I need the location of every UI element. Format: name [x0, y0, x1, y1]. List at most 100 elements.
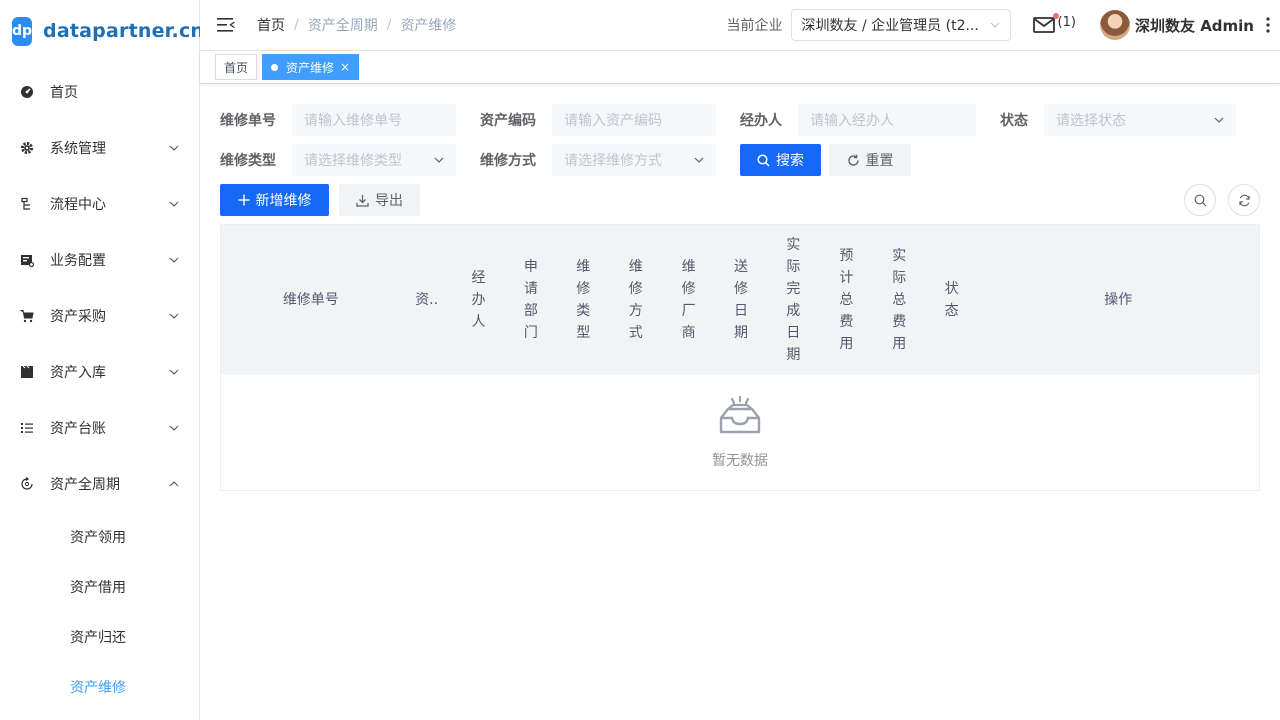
column-header-text: 状态 [944, 281, 959, 319]
download-icon [356, 194, 369, 207]
empty-text: 暂无数据 [712, 452, 768, 469]
column-header: 维修方式 [609, 225, 662, 375]
column-header: 经办人 [453, 225, 505, 375]
sidebar-subitem-borrow[interactable]: 资产借用 [0, 562, 199, 612]
navbar: 首页 / 资产全周期 / 资产维修 当前企业 深圳数友 / 企业管理员 (t2.… [200, 0, 1280, 51]
sidebar-item-label: 系统管理 [50, 141, 106, 157]
repair-no-input[interactable]: 请输入维修单号 [292, 104, 456, 136]
sidebar-subitem-repair[interactable]: 资产维修 [0, 662, 199, 712]
tag-home[interactable]: 首页 [215, 54, 258, 80]
chevron-down-icon [990, 22, 999, 28]
mail-button[interactable]: (1) [1032, 13, 1076, 33]
form-label: 状态 [1000, 113, 1028, 129]
chevron-down-icon [169, 201, 179, 207]
mail-icon [1032, 17, 1055, 33]
add-repair-label: 新增维修 [255, 193, 312, 209]
form-item-repair-no: 维修单号 请输入维修单号 [220, 104, 456, 136]
company-select[interactable]: 深圳数友 / 企业管理员 (t2... [790, 9, 1011, 41]
breadcrumb-separator: / [294, 17, 299, 33]
sidebar-item-inbound[interactable]: 资产入库 [0, 344, 199, 400]
breadcrumb-separator: / [386, 17, 392, 33]
search-icon [757, 153, 770, 167]
refresh-button[interactable] [1228, 184, 1260, 216]
column-header: 维修单号 [282, 292, 339, 308]
add-repair-button[interactable]: 新增维修 [220, 184, 329, 216]
navbar-right: 当前企业 深圳数友 / 企业管理员 (t2... (1) 深圳数友 Admin [727, 0, 1280, 50]
sidebar-item-label: 资产采购 [50, 309, 106, 325]
flow-icon [20, 197, 34, 211]
reset-button[interactable]: 重置 [829, 144, 911, 176]
sidebar-item-business[interactable]: 业务配置 [0, 232, 199, 288]
chevron-down-icon [169, 313, 179, 319]
repair-type-select[interactable]: 请选择维修类型 [292, 144, 456, 176]
table-header: 维修单号 资.. 经办人 申请部门 维修类型 维修方式 维修厂商 送修日期 实际… [221, 225, 1259, 375]
logo[interactable]: dp datapartner.cn [0, 0, 204, 62]
sidebar-item-lifecycle[interactable]: 资产全周期 [0, 456, 199, 512]
cycle-icon [20, 477, 34, 491]
sidebar-item-flow[interactable]: 流程中心 [0, 176, 199, 232]
column-header-text: 经办人 [471, 270, 486, 330]
sidebar-item-system[interactable]: 系统管理 [0, 120, 199, 176]
search-button[interactable]: 搜索 [740, 144, 821, 176]
sidebar-subitem-receive[interactable]: 资产领用 [0, 512, 199, 562]
clapper-icon [20, 365, 34, 379]
select-placeholder: 请选择状态 [1056, 113, 1126, 129]
sidebar-item-home[interactable]: 首页 [0, 64, 199, 120]
column-header: 实际总费用 [873, 225, 926, 375]
form-label: 经办人 [740, 113, 782, 129]
breadcrumb-item: 资产维修 [400, 18, 457, 34]
more-vertical-icon[interactable] [1266, 17, 1270, 33]
chevron-down-icon [434, 157, 444, 163]
tag-repair[interactable]: 资产维修 × [262, 54, 360, 80]
toolbar-right [1172, 184, 1260, 216]
table-toolbar: 新增维修 导出 [220, 184, 1260, 216]
sidebar-item-purchase[interactable]: 资产采购 [0, 288, 199, 344]
tags-view: 首页 资产维修 × [200, 51, 1280, 84]
user-menu[interactable]: 深圳数友 Admin [1099, 10, 1254, 40]
input-placeholder: 请输入资产编码 [564, 113, 662, 129]
breadcrumb-item[interactable]: 首页 [257, 15, 285, 35]
avatar [1099, 10, 1130, 40]
select-placeholder: 请选择维修类型 [304, 153, 402, 169]
company-select-value: 深圳数友 / 企业管理员 (t2... [801, 18, 979, 34]
chevron-up-icon [169, 481, 179, 487]
asset-code-input[interactable]: 请输入资产编码 [552, 104, 716, 136]
sidebar-subitem-return[interactable]: 资产归还 [0, 612, 199, 662]
breadcrumb: 首页 / 资产全周期 / 资产维修 [257, 15, 456, 35]
close-icon[interactable]: × [340, 60, 350, 74]
export-button[interactable]: 导出 [339, 184, 420, 216]
status-select[interactable]: 请选择状态 [1044, 104, 1236, 136]
sidebar-item-label: 资产全周期 [50, 477, 120, 493]
hamburger-icon[interactable] [217, 18, 235, 32]
column-header-text: 预计总费用 [839, 248, 854, 352]
form-item-status: 状态 请选择状态 [1000, 104, 1236, 136]
handler-input[interactable]: 请输入经办人 [798, 104, 976, 136]
sidebar-item-label: 资产入库 [50, 365, 106, 381]
list-icon [20, 421, 34, 435]
form-label: 资产编码 [480, 113, 536, 129]
main-content: 维修单号 请输入维修单号 资产编码 请输入资产编码 经办人 请输入经办人 状态 … [200, 84, 1280, 720]
chevron-down-icon [169, 145, 179, 151]
form-item-repair-method: 维修方式 请选择维修方式 [480, 144, 716, 176]
column-header: 送修日期 [715, 225, 767, 375]
column-header: 维修类型 [557, 225, 609, 375]
sidebar-item-ledger[interactable]: 资产台账 [0, 400, 199, 456]
column-header-text: 实际总费用 [892, 248, 907, 352]
breadcrumb-item: 资产全周期 [307, 18, 378, 34]
toggle-search-button[interactable] [1184, 184, 1216, 216]
reset-button-label: 重置 [865, 153, 894, 169]
column-header-text: 申请部门 [523, 259, 538, 341]
sidebar-menu: 首页 系统管理 流程中心 业务配置 资产采购 资产入库 资产台账 资产全周期 [0, 64, 199, 512]
gear-icon [20, 141, 34, 155]
chevron-down-icon [1214, 117, 1224, 123]
form-label: 维修单号 [220, 113, 276, 129]
repair-method-select[interactable]: 请选择维修方式 [552, 144, 716, 176]
chevron-down-icon [694, 157, 704, 163]
cart-icon [20, 309, 34, 323]
company-label: 当前企业 [726, 18, 783, 34]
mail-count: (1) [1057, 14, 1076, 30]
column-header: 资.. [415, 292, 439, 308]
sidebar-item-label: 首页 [50, 85, 78, 101]
input-placeholder: 请输入经办人 [810, 113, 894, 129]
column-header-text: 送修日期 [734, 259, 749, 341]
